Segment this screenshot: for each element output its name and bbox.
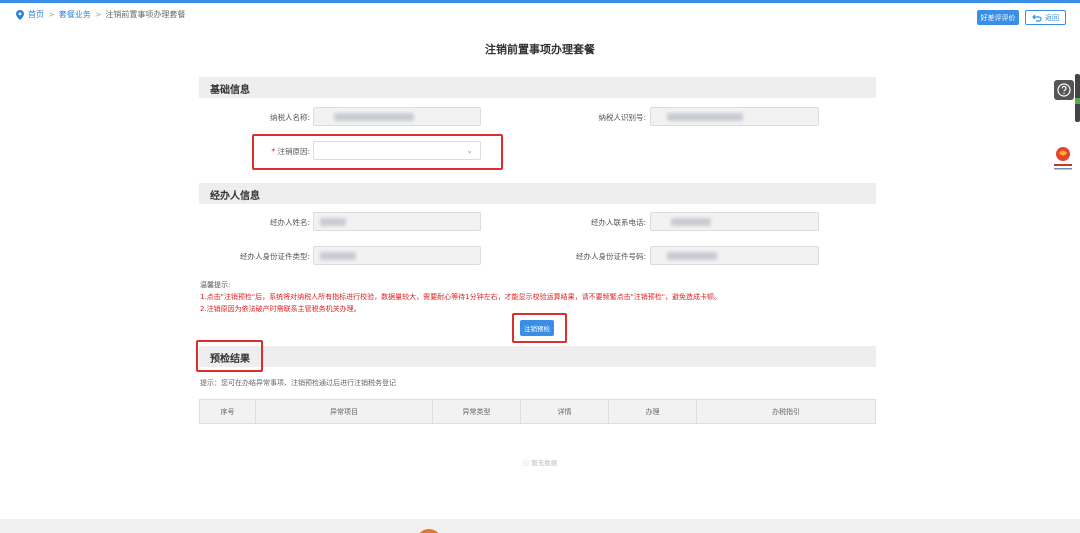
breadcrumb-separator: >	[48, 10, 55, 19]
basic-info-title: 基础信息	[210, 85, 250, 96]
help-button[interactable]	[1054, 80, 1074, 100]
agent-id-number-label: 经办人身份证件号码:	[575, 252, 646, 261]
evaluate-button[interactable]: 好差评评价	[977, 10, 1019, 25]
column-header: 异常项目	[256, 400, 433, 423]
back-label: 返回	[1045, 13, 1059, 22]
side-scrollbar[interactable]	[1075, 74, 1080, 122]
breadcrumb-service[interactable]: 套餐业务	[59, 9, 91, 20]
result-section-header: 预检结果	[199, 346, 876, 367]
back-button[interactable]: 返回	[1025, 10, 1066, 25]
taxpayer-id-field	[650, 107, 819, 126]
required-mark: *	[271, 147, 276, 156]
redacted-value	[334, 113, 414, 121]
tip-line-2: 2.注销原因为依法破产时需联系主管税务机关办理。	[200, 305, 361, 313]
column-header: 办理	[609, 400, 697, 423]
breadcrumb-current: 注销前置事项办理套餐	[105, 10, 186, 19]
basic-info-section-header: 基础信息	[199, 77, 876, 98]
column-header: 办税指引	[772, 407, 800, 416]
agent-id-type-label: 经办人身份证件类型:	[239, 252, 310, 261]
tips-title: 温馨提示:	[200, 281, 231, 289]
redacted-value	[320, 218, 346, 226]
precheck-button[interactable]: 注销预检	[520, 320, 554, 336]
column-header: 异常类型	[433, 400, 521, 423]
side-logo[interactable]	[1051, 145, 1075, 175]
agent-info-title: 经办人信息	[210, 191, 260, 202]
tip-line-1: 1.点击"注销预检"后，系统将对纳税人所有指标进行校验，数据量较大，需要耐心等待…	[200, 293, 722, 301]
question-circle-icon	[1057, 83, 1071, 97]
column-header: 详情	[521, 400, 609, 423]
taxpayer-name-field	[313, 107, 481, 126]
agent-phone-field	[650, 212, 819, 231]
result-table-header: 序号 异常项目 异常类型 详情 办理 办税指引	[199, 399, 876, 424]
empty-state: ⓘ 暂无数据	[0, 457, 1080, 467]
breadcrumb-home[interactable]: 首页	[28, 9, 44, 20]
redacted-value	[671, 218, 711, 226]
breadcrumb: 首页 > 套餐业务 > 注销前置事项办理套餐	[16, 9, 185, 20]
cancel-reason-select[interactable]: ⌄	[313, 141, 481, 160]
agent-info-section-header: 经办人信息	[199, 183, 876, 204]
empty-state-text: 暂无数据	[531, 459, 558, 467]
agent-id-number-field	[650, 246, 819, 265]
scroll-indicator	[1075, 98, 1080, 104]
footer-bar	[0, 519, 1080, 533]
agent-name-field	[313, 212, 481, 231]
column-header: 序号	[200, 400, 256, 423]
agent-phone-label: 经办人联系电话:	[590, 218, 646, 227]
info-circle-icon: ⓘ	[522, 459, 530, 467]
cancel-reason-label-text: 注销原因:	[277, 147, 310, 156]
chevron-down-icon: ⌄	[466, 146, 473, 155]
breadcrumb-bar: 首页 > 套餐业务 > 注销前置事项办理套餐 好差评评价 返回	[0, 3, 1080, 27]
taxpayer-id-label: 纳税人识别号:	[598, 113, 646, 122]
result-hint: 提示：您可在办结异常事项、注销预检通过后进行注销税务登记	[200, 379, 396, 387]
page-title: 注销前置事项办理套餐	[485, 43, 595, 56]
service-logo-icon	[1054, 147, 1072, 170]
redacted-value	[320, 252, 356, 260]
redacted-value	[667, 113, 743, 121]
agent-name-label: 经办人姓名:	[269, 218, 310, 227]
cancel-reason-label: * 注销原因:	[262, 146, 310, 157]
redacted-value	[667, 252, 717, 260]
footer-orb-icon	[416, 529, 442, 533]
breadcrumb-separator: >	[94, 10, 102, 19]
location-pin-icon	[16, 9, 24, 20]
agent-id-type-field	[313, 246, 481, 265]
taxpayer-name-label: 纳税人名称:	[269, 113, 310, 122]
highlight-result	[196, 340, 263, 372]
back-arrow-icon	[1032, 14, 1042, 22]
